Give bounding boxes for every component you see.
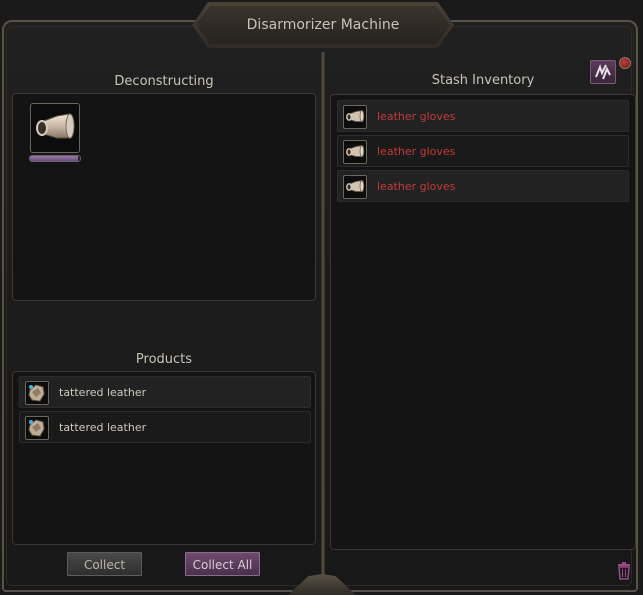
- product-label: tattered leather: [59, 386, 147, 399]
- stash-item-icon-slot: [343, 140, 367, 164]
- stash-item-label: leather gloves: [377, 110, 456, 123]
- tube-item-icon: [36, 113, 75, 139]
- sort-icon: [595, 64, 611, 80]
- product-icon-slot: [25, 416, 49, 440]
- sort-button[interactable]: [590, 60, 616, 84]
- stash-item-icon-slot: [343, 105, 367, 129]
- product-icon-slot: [25, 381, 49, 405]
- panel-divider: [321, 52, 325, 582]
- stash-item-icon-slot: [343, 175, 367, 199]
- stash-item-label: leather gloves: [377, 180, 456, 193]
- collect-all-button[interactable]: Collect All: [185, 552, 260, 576]
- deconstruct-progress: [29, 155, 81, 162]
- trash-button[interactable]: [616, 562, 632, 580]
- products-panel: tattered leather tattered leather: [12, 371, 316, 545]
- products-title: Products: [135, 352, 193, 367]
- stash-item-row[interactable]: leather gloves: [337, 135, 629, 167]
- trash-icon: [618, 562, 630, 580]
- product-label: tattered leather: [59, 421, 147, 434]
- deconstruct-slot[interactable]: [30, 103, 80, 153]
- deconstructing-panel: [12, 93, 316, 301]
- leather-scrap-icon: [28, 419, 45, 437]
- window-title: Disarmorizer Machine: [246, 17, 400, 33]
- stash-item-row[interactable]: leather gloves: [337, 100, 629, 132]
- tube-item-icon: [346, 110, 365, 123]
- deconstruct-progress-fill: [30, 156, 78, 161]
- disarmorizer-window: Disarmorizer Machine Deconstructing Prod…: [0, 0, 643, 595]
- product-row[interactable]: tattered leather: [19, 376, 311, 408]
- tube-item-icon: [346, 180, 365, 193]
- product-row[interactable]: tattered leather: [19, 411, 311, 443]
- collect-button[interactable]: Collect: [67, 552, 142, 576]
- deconstructing-title: Deconstructing: [114, 74, 214, 89]
- stash-panel: leather gloves leather gloves leather gl…: [330, 94, 636, 550]
- close-dot-icon[interactable]: [619, 57, 631, 69]
- stash-item-row[interactable]: leather gloves: [337, 170, 629, 202]
- tube-item-icon: [346, 145, 365, 158]
- stash-item-label: leather gloves: [377, 145, 456, 158]
- leather-scrap-icon: [28, 384, 45, 402]
